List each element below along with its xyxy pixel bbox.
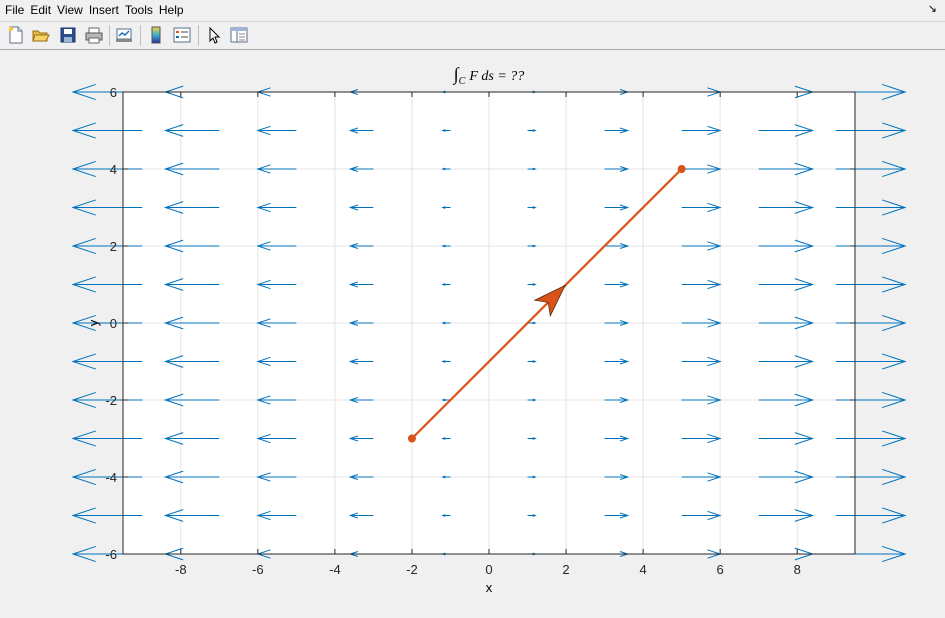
save-icon[interactable]	[59, 26, 77, 44]
pointer-icon[interactable]	[205, 26, 223, 44]
menu-insert[interactable]: Insert	[86, 0, 122, 20]
toolbar-separator	[140, 25, 141, 46]
property-inspector-icon[interactable]	[230, 26, 248, 44]
chart-title: ∫C F ds = ??	[453, 64, 525, 87]
x-tick-label: 4	[639, 562, 646, 577]
y-tick-label: 6	[110, 85, 117, 100]
x-tick-label: 0	[485, 562, 492, 577]
dock-arrow-icon[interactable]: ↘	[928, 2, 937, 15]
curve-end-point	[677, 165, 686, 173]
menu-file[interactable]: File	[0, 0, 27, 20]
x-tick-label: 2	[562, 562, 569, 577]
figure-toolbar	[0, 21, 945, 50]
x-tick-label: 8	[794, 562, 801, 577]
title-body: F ds = ??	[468, 69, 524, 84]
y-tick-label: 0	[110, 316, 117, 331]
open-file-icon[interactable]	[32, 26, 50, 44]
toolbar-separator	[109, 25, 110, 46]
y-tick-label: 4	[110, 162, 117, 177]
y-axis-label: y	[86, 319, 101, 326]
print-icon[interactable]	[85, 26, 103, 44]
y-tick-label: -4	[105, 470, 117, 485]
link-plot-icon[interactable]	[115, 26, 133, 44]
menu-bar: File Edit View Insert Tools Help ↘	[0, 0, 945, 20]
x-tick-label: -4	[329, 562, 341, 577]
insert-colorbar-icon[interactable]	[147, 26, 165, 44]
menu-tools[interactable]: Tools	[122, 0, 156, 20]
insert-legend-icon[interactable]	[173, 26, 191, 44]
x-tick-label: 6	[717, 562, 724, 577]
menu-help[interactable]: Help	[156, 0, 187, 20]
x-tick-label: -6	[252, 562, 264, 577]
x-axis-label: x	[486, 580, 493, 595]
y-tick-label: 2	[110, 239, 117, 254]
y-tick-label: -6	[105, 547, 117, 562]
menu-view[interactable]: View	[54, 0, 86, 20]
x-tick-label: -2	[406, 562, 418, 577]
y-tick-label: -2	[105, 393, 117, 408]
menu-edit[interactable]: Edit	[27, 0, 54, 20]
toolbar-separator	[198, 25, 199, 46]
figure-canvas: -8 -6 -4 -2 0 2 4 6 8 -6 -4 -2 0 2 4 6 ∫C F ds = ?? x y	[71, 64, 907, 595]
title-subscript: C	[459, 76, 466, 87]
new-figure-icon[interactable]	[7, 26, 25, 44]
x-tick-label: -8	[175, 562, 187, 577]
curve-start-point	[407, 434, 416, 443]
